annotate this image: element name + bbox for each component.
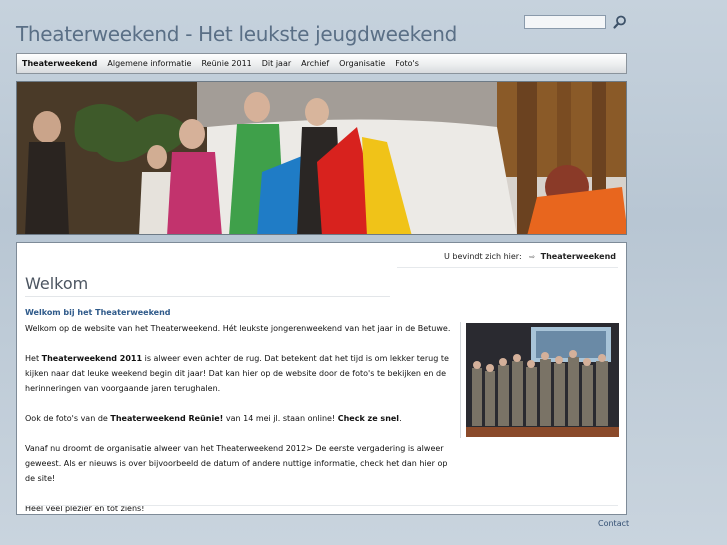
site-title[interactable]: Theaterweekend - Het leukste jeugdweeken… [16, 22, 457, 46]
header-banner-photo [16, 81, 627, 235]
footer-contact-link[interactable]: Contact [598, 519, 629, 528]
content-bottom-divider [25, 505, 618, 506]
search-input[interactable] [524, 15, 606, 29]
search-icon[interactable] [612, 14, 628, 30]
breadcrumb-prefix: U bevindt zich hier: [443, 252, 522, 261]
banner-illustration [17, 82, 626, 234]
breadcrumb-divider [397, 267, 618, 268]
check-link[interactable]: Check ze snel [338, 414, 399, 423]
main-navigation: Theaterweekend Algemene informatie Reüni… [16, 53, 627, 74]
title-divider [25, 296, 390, 297]
nav-item-organisatie[interactable]: Organisatie [339, 59, 385, 68]
paragraph-reunie: Ook de foto's van de Theaterweekend Reün… [25, 414, 402, 423]
nav-item-theaterweekend[interactable]: Theaterweekend [22, 59, 97, 68]
paragraph-welcome: Welkom op de website van het Theaterweek… [25, 324, 451, 333]
breadcrumb: U bevindt zich hier: ⇨ Theaterweekend [444, 252, 616, 261]
page-title: Welkom [25, 274, 89, 293]
breadcrumb-arrow-icon: ⇨ [529, 253, 536, 261]
paragraph-closing: Heel veel plezier en tot ziens! [25, 504, 145, 513]
content-panel: U bevindt zich hier: ⇨ Theaterweekend We… [16, 242, 627, 515]
group-photo-illustration [466, 323, 619, 437]
group-photo[interactable] [466, 323, 619, 437]
nav-item-reunie-2011[interactable]: Reünie 2011 [201, 59, 251, 68]
paragraph-2012: Vanaf nu droomt de organisatie alweer va… [25, 444, 448, 483]
paragraph-2011: Het Theaterweekend 2011 is alweer even a… [25, 354, 449, 393]
nav-item-fotos[interactable]: Foto's [395, 59, 419, 68]
article-subtitle: Welkom bij het Theaterweekend [25, 308, 171, 317]
article-body: Welkom op de website van het Theaterweek… [25, 321, 457, 531]
nav-item-dit-jaar[interactable]: Dit jaar [262, 59, 291, 68]
breadcrumb-current[interactable]: Theaterweekend [541, 252, 616, 261]
nav-item-archief[interactable]: Archief [301, 59, 329, 68]
nav-item-algemene-informatie[interactable]: Algemene informatie [107, 59, 191, 68]
